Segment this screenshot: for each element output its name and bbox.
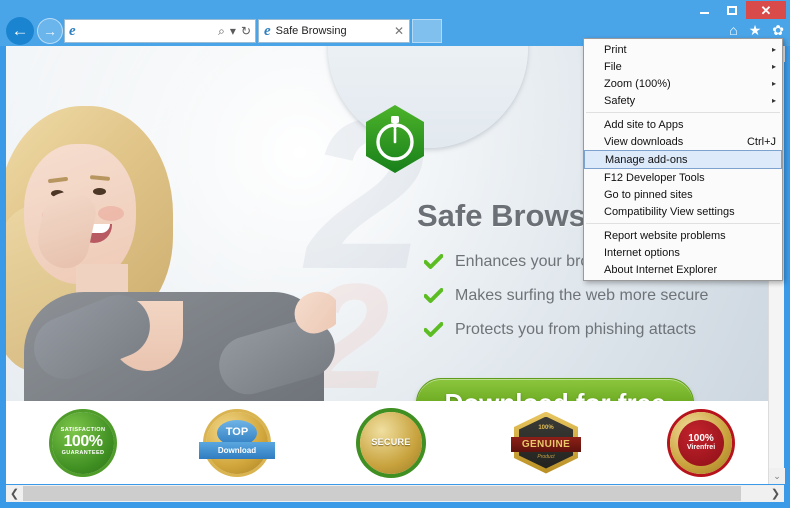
tab-title: Safe Browsing <box>275 25 347 37</box>
badge-virenfrei: 100% Virenfrei <box>670 411 732 474</box>
menu-item-zoom-100[interactable]: Zoom (100%) ▸ <box>584 75 782 92</box>
browser-window: ✕ ← → e ⌕ ▾ ↻ e Safe Browsing ✕ ⌂ ★ ✿ 2 … <box>0 0 790 508</box>
menu-separator <box>586 223 780 224</box>
toolbar-icons: ⌂ ★ ✿ <box>729 22 784 39</box>
menu-item-add-site-to-apps[interactable]: Add site to Apps <box>584 116 782 133</box>
address-bar[interactable]: e ⌕ ▾ ↻ <box>64 19 256 43</box>
trust-badges: SATISFACTION 100% GUARANTEED TOP Downloa… <box>6 401 778 484</box>
new-tab-button[interactable] <box>412 19 442 43</box>
safe-browsing-logo-icon <box>364 104 426 174</box>
menu-item-label: Zoom (100%) <box>604 77 671 90</box>
feature-text: Makes surfing the web more secure <box>455 287 709 304</box>
menu-item-label: Print <box>604 43 627 56</box>
menu-separator <box>586 112 780 113</box>
minimize-button[interactable] <box>690 1 718 19</box>
badge-bottom-text: Product <box>537 453 555 460</box>
badge-main-text: Download <box>199 441 275 459</box>
menu-item-report-website-problems[interactable]: Report website problems <box>584 227 782 244</box>
window-controls: ✕ <box>690 0 786 20</box>
menu-item-file[interactable]: File ▸ <box>584 58 782 75</box>
internet-explorer-icon: e <box>69 22 76 39</box>
scroll-left-button[interactable]: ❮ <box>6 485 23 502</box>
submenu-arrow-icon: ▸ <box>771 62 776 71</box>
menu-item-f12-developer-tools[interactable]: F12 Developer Tools <box>584 169 782 186</box>
badge-satisfaction-guaranteed: SATISFACTION 100% GUARANTEED <box>52 411 114 474</box>
menu-item-label: About Internet Explorer <box>604 263 718 276</box>
menu-item-label: File <box>604 60 622 73</box>
horizontal-scroll-thumb[interactable] <box>23 486 741 501</box>
horizontal-scrollbar[interactable]: ❮ ❯ <box>6 485 784 502</box>
checkmark-icon <box>423 288 444 309</box>
back-button[interactable]: ← <box>6 17 34 45</box>
badge-main-text: GENUINE <box>511 436 581 452</box>
tab-favicon-icon: e <box>264 22 271 39</box>
checkmark-icon <box>423 254 444 275</box>
submenu-arrow-icon: ▸ <box>771 96 776 105</box>
badge-top-text: TOP <box>225 425 249 438</box>
favorites-icon[interactable]: ★ <box>749 22 762 39</box>
menu-item-label: Manage add-ons <box>605 153 688 166</box>
menu-item-internet-options[interactable]: Internet options <box>584 244 782 261</box>
list-item: Makes surfing the web more secure <box>423 286 764 309</box>
menu-item-manage-add-ons[interactable]: Manage add-ons <box>584 150 782 169</box>
menu-item-label: F12 Developer Tools <box>604 171 705 184</box>
menu-item-label: Compatibility View settings <box>604 205 735 218</box>
menu-item-label: Safety <box>604 94 636 107</box>
gear-icon[interactable]: ✿ <box>772 22 784 39</box>
badge-main-text: 100% <box>63 433 103 451</box>
forward-button[interactable]: → <box>37 18 63 44</box>
maximize-button[interactable] <box>718 1 746 19</box>
menu-item-print[interactable]: Print ▸ <box>584 41 782 58</box>
badge-main-text: SECURE <box>371 436 411 447</box>
horizontal-scroll-track[interactable] <box>23 485 767 502</box>
badge-genuine: 100% GENUINE Product <box>511 411 581 474</box>
woman-photo <box>6 96 336 401</box>
badge-bottom-text: GUARANTEED <box>61 449 105 456</box>
search-icon[interactable]: ⌕ <box>218 24 225 39</box>
menu-item-label: Internet options <box>604 246 680 259</box>
menu-item-about-internet-explorer[interactable]: About Internet Explorer <box>584 261 782 278</box>
navigation-buttons: ← → <box>6 17 63 45</box>
menu-item-label: Report website problems <box>604 229 726 242</box>
menu-item-shortcut: Ctrl+J <box>746 135 776 148</box>
menu-item-view-downloads[interactable]: View downloads Ctrl+J <box>584 133 782 150</box>
list-item: Protects you from phishing attacts <box>423 320 764 343</box>
refresh-icon[interactable]: ↻ <box>241 24 251 38</box>
badge-top-text: 100% <box>538 424 554 431</box>
menu-item-label: Go to pinned sites <box>604 188 693 201</box>
home-icon[interactable]: ⌂ <box>729 22 737 39</box>
close-button[interactable]: ✕ <box>746 1 786 19</box>
submenu-arrow-icon: ▸ <box>771 45 776 54</box>
submenu-arrow-icon: ▸ <box>771 79 776 88</box>
badge-main-text: 100% <box>688 432 714 444</box>
badge-secure: SECURE <box>360 411 422 474</box>
menu-item-go-to-pinned-sites[interactable]: Go to pinned sites <box>584 186 782 203</box>
menu-item-label: Add site to Apps <box>604 118 684 131</box>
badge-top-download: TOP Download <box>199 411 275 474</box>
chevron-down-icon[interactable]: ▾ <box>230 24 236 38</box>
badge-bottom-text: Virenfrei <box>686 444 716 452</box>
browser-tab[interactable]: e Safe Browsing ✕ <box>258 19 410 43</box>
scroll-down-button[interactable]: ⌄ <box>769 468 785 484</box>
tools-menu: Print ▸ File ▸ Zoom (100%) ▸ Safety ▸ Add site t… <box>583 38 783 281</box>
menu-item-safety[interactable]: Safety ▸ <box>584 92 782 109</box>
tab-close-icon[interactable]: ✕ <box>394 24 404 38</box>
feature-text: Protects you from phishing attacts <box>455 321 696 338</box>
menu-item-label: View downloads <box>604 135 684 148</box>
checkmark-icon <box>423 322 444 343</box>
menu-item-compatibility-view-settings[interactable]: Compatibility View settings <box>584 203 782 220</box>
scroll-right-button[interactable]: ❯ <box>767 485 784 502</box>
